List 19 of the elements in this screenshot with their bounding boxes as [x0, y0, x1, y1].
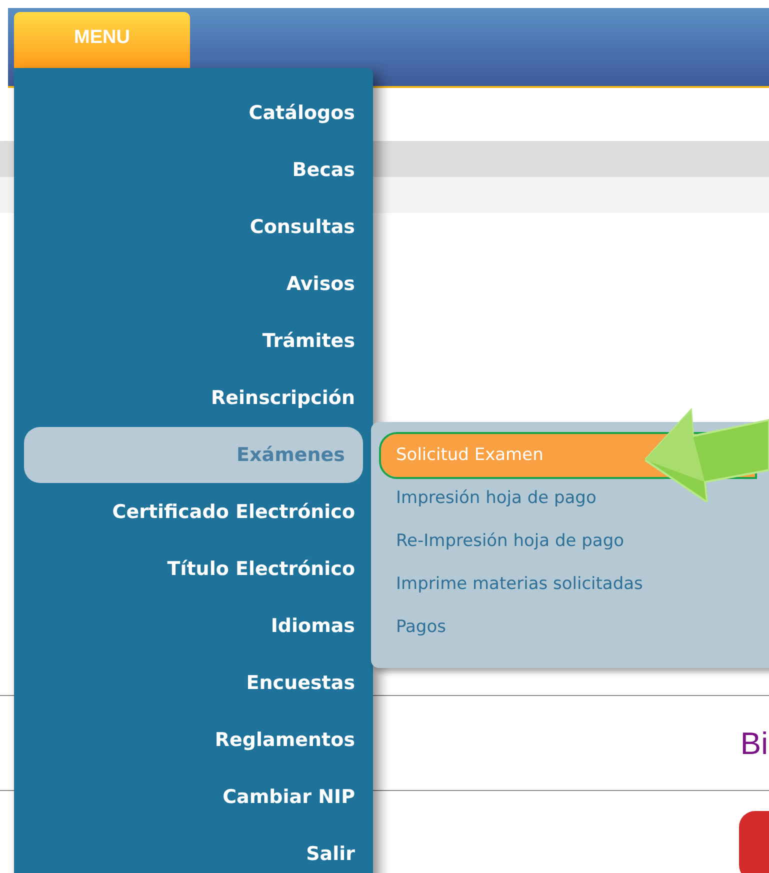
menu-item[interactable]: Reglamentos [24, 712, 363, 768]
menu-item[interactable]: Encuestas [24, 655, 363, 711]
menu-item[interactable]: Cambiar NIP [24, 769, 363, 825]
page-heading: Bi [740, 728, 768, 758]
menu-item[interactable]: Título Electrónico [24, 541, 363, 597]
submenu-item[interactable]: Imprime materias solicitadas [381, 563, 755, 606]
menu-item[interactable]: Becas [24, 142, 363, 198]
menu-item[interactable]: Idiomas [24, 598, 363, 654]
menu-item[interactable]: Avisos [24, 256, 363, 312]
submenu-item[interactable]: Pagos [381, 606, 755, 649]
menu-item[interactable]: Reinscripción [24, 370, 363, 426]
menu-item[interactable]: Certificado Electrónico [24, 484, 363, 540]
menu-item[interactable]: Trámites [24, 313, 363, 369]
menu-item[interactable]: Consultas [24, 199, 363, 255]
submenu-item[interactable]: Re-Impresión hoja de pago [381, 520, 755, 563]
menu-item[interactable]: Catálogos [24, 85, 363, 141]
submenu-item[interactable]: Impresión hoja de pago [381, 477, 755, 520]
menu-item[interactable]: Salir [24, 826, 363, 873]
arrow-icon [645, 408, 769, 502]
